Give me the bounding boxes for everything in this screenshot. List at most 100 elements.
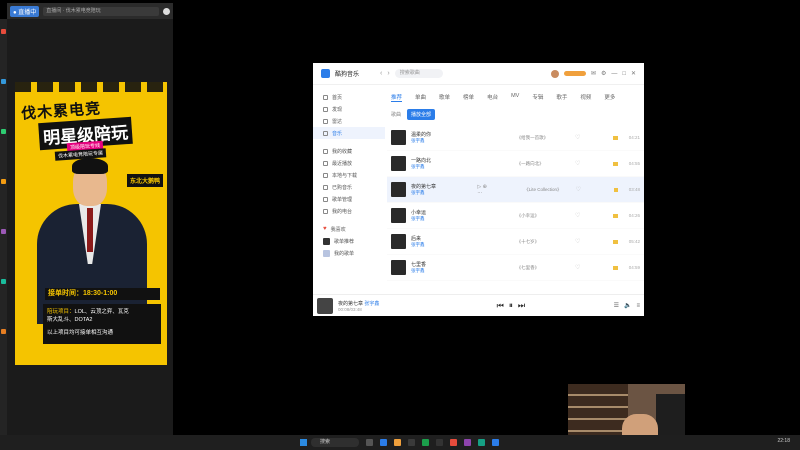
app-icon[interactable]	[478, 439, 485, 446]
previous-icon[interactable]: ⏮	[497, 301, 504, 311]
song-artist[interactable]: 张宇鑫	[411, 242, 482, 248]
song-album[interactable]: 《一路向北》	[517, 161, 570, 167]
tab-recommend[interactable]: 推荐	[391, 93, 403, 102]
tab-video[interactable]: 视频	[580, 93, 591, 102]
song-title[interactable]: 七里香	[411, 261, 482, 268]
close-icon[interactable]: ✕	[631, 70, 636, 77]
profile-icon[interactable]	[163, 7, 170, 15]
app-icon[interactable]	[1, 179, 6, 184]
volume-icon[interactable]: 🔈	[624, 302, 631, 309]
tab-artist[interactable]: 歌手	[556, 93, 567, 102]
mail-icon[interactable]: ✉	[591, 70, 596, 77]
sidebar-item-playlists[interactable]: 歌单管理	[313, 193, 385, 205]
song-artist[interactable]: 张宇鑫	[411, 138, 482, 144]
next-icon[interactable]: ⏭	[518, 301, 525, 311]
user-avatar[interactable]	[550, 69, 559, 78]
song-title[interactable]: 温柔的你	[411, 131, 482, 138]
song-album[interactable]: 《十七岁》	[517, 239, 570, 245]
song-artist[interactable]: 张宇鑫	[411, 164, 482, 170]
like-icon[interactable]: ♡	[575, 238, 580, 245]
sidebar-item-local[interactable]: 本地与下载	[313, 169, 385, 181]
song-cover[interactable]	[391, 234, 406, 249]
row-play-icon[interactable]: ▷ ⊕ ⋯	[477, 184, 489, 196]
tab-single[interactable]: 单曲	[415, 93, 426, 102]
forward-arrow-icon[interactable]: ›	[387, 70, 389, 77]
app-icon[interactable]	[1, 329, 6, 334]
app-icon[interactable]	[1, 129, 6, 134]
song-cover[interactable]	[391, 130, 406, 145]
play-all-button[interactable]: 播放全部	[407, 109, 436, 120]
sidebar-item-recommend[interactable]: 歌单推荐	[313, 235, 385, 247]
tab-radio[interactable]: 电台	[487, 93, 498, 102]
sidebar-item-home[interactable]: 首页	[313, 91, 385, 103]
song-title[interactable]: 夜的第七章	[411, 183, 472, 190]
tab-charts[interactable]: 榜单	[463, 93, 474, 102]
playlist-icon[interactable]: ≡	[637, 303, 641, 309]
address-bar[interactable]: 直播间 · 伐木累电竞陪玩	[43, 6, 159, 16]
pause-icon[interactable]: ⏸	[509, 301, 513, 311]
like-icon[interactable]: ♡	[575, 134, 580, 141]
song-cover[interactable]	[391, 208, 406, 223]
sidebar-item-favorites[interactable]: 我的收藏	[313, 145, 385, 157]
live-tab[interactable]: ● 直播中	[10, 5, 40, 17]
app-icon[interactable]	[450, 439, 457, 446]
app-icon[interactable]	[1, 279, 6, 284]
song-row[interactable]: 小幸运 张宇鑫 《小幸运》 ♡ 04:26	[387, 203, 644, 229]
song-row[interactable]: 夜的第七章 张宇鑫 ▷ ⊕ ⋯ 《Lite Collection》 ♡ 03:48	[387, 177, 644, 203]
app-icon[interactable]	[380, 439, 387, 446]
app-icon[interactable]	[1, 229, 6, 234]
song-cover[interactable]	[391, 260, 406, 275]
like-icon[interactable]: ♡	[575, 264, 580, 271]
song-row[interactable]: 后来 张宇鑫 《十七岁》 ♡ 05:42	[387, 229, 644, 255]
now-playing-cover[interactable]	[317, 297, 333, 314]
sidebar-item-mylists[interactable]: 我的歌单	[313, 247, 385, 259]
sidebar-item-liked[interactable]: ♥ 我喜欢	[313, 223, 385, 235]
tab-more[interactable]: 更多	[604, 93, 615, 102]
start-icon[interactable]	[300, 439, 307, 446]
app-icon[interactable]	[1, 29, 6, 34]
song-album[interactable]: 《七里香》	[517, 265, 570, 271]
back-arrow-icon[interactable]: ‹	[380, 70, 382, 77]
minimize-icon[interactable]: —	[611, 71, 617, 77]
app-icon[interactable]	[408, 439, 415, 446]
tab-playlist[interactable]: 歌单	[439, 93, 450, 102]
song-row[interactable]: 七里香 张宇鑫 《七里香》 ♡ 04:59	[387, 255, 644, 281]
maximize-icon[interactable]: □	[622, 71, 626, 77]
song-title[interactable]: 一路向北	[411, 157, 482, 164]
settings-icon[interactable]: ⚙	[601, 70, 606, 77]
like-icon[interactable]: ♡	[575, 160, 580, 167]
lyrics-icon[interactable]: ☰	[614, 302, 619, 309]
like-icon[interactable]: ♡	[576, 186, 581, 193]
folder-icon[interactable]	[394, 439, 401, 446]
song-album[interactable]: 《小幸运》	[517, 213, 570, 219]
search-input[interactable]: 搜索歌曲	[394, 69, 443, 78]
app-icon[interactable]	[1, 79, 6, 84]
song-row[interactable]: 一路向北 张宇鑫 《一路向北》 ♡ 04:55	[387, 151, 644, 177]
song-title[interactable]: 小幸运	[411, 209, 482, 216]
song-album[interactable]: 《给我一首歌》	[517, 135, 570, 141]
song-row[interactable]: 温柔的你 张宇鑫 《给我一首歌》 ♡ 04:21	[387, 125, 644, 151]
steam-icon[interactable]	[436, 439, 443, 446]
tab-mv[interactable]: MV	[511, 93, 519, 102]
song-artist[interactable]: 张宇鑫	[411, 190, 472, 196]
song-artist[interactable]: 张宇鑫	[411, 268, 482, 274]
sidebar-item-radar[interactable]: 雷达	[313, 115, 385, 127]
task-view-icon[interactable]	[366, 439, 373, 446]
app-icon[interactable]	[464, 439, 471, 446]
music-app-icon[interactable]	[492, 439, 499, 446]
song-artist[interactable]: 张宇鑫	[411, 216, 482, 222]
taskbar-search[interactable]: 搜索	[311, 438, 359, 447]
sidebar-item-recent[interactable]: 最近播放	[313, 157, 385, 169]
sidebar-item-purchased[interactable]: 已购音乐	[313, 181, 385, 193]
like-icon[interactable]: ♡	[575, 212, 580, 219]
sidebar-item-radio[interactable]: 我的电台	[313, 205, 385, 217]
song-cover[interactable]	[391, 156, 406, 171]
song-album[interactable]: 《Lite Collection》	[524, 187, 570, 193]
vip-badge[interactable]	[563, 71, 586, 76]
song-cover[interactable]	[391, 182, 406, 197]
app-icon[interactable]	[422, 439, 429, 446]
sidebar-item-music[interactable]: 音乐	[313, 127, 385, 139]
sidebar-item-discover[interactable]: 发现	[313, 103, 385, 115]
song-title[interactable]: 后来	[411, 235, 482, 242]
tab-album[interactable]: 专辑	[532, 93, 543, 102]
